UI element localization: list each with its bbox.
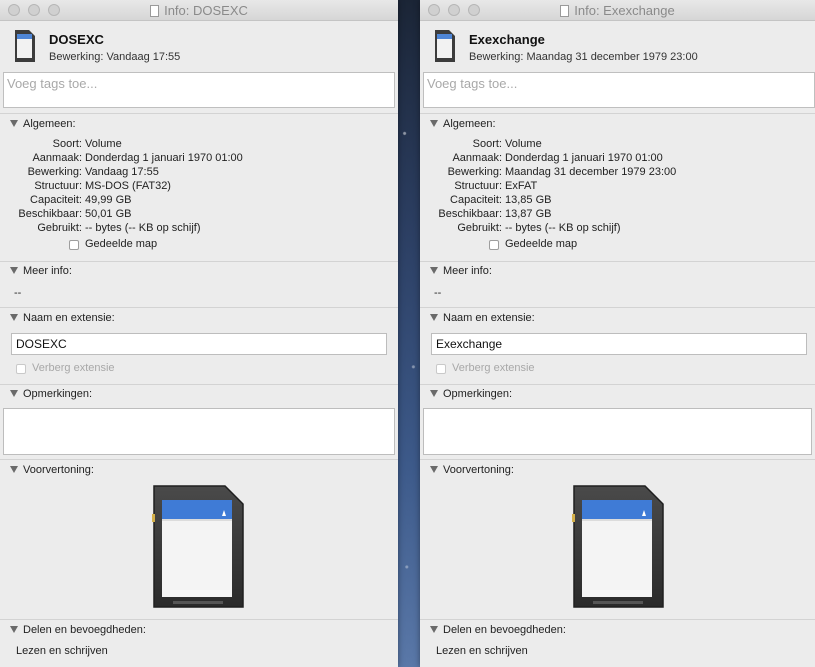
file-name: DOSEXC	[49, 32, 104, 47]
window-title: Info: Exexchange	[574, 3, 675, 18]
info-row: Bewerking: Maandag 31 december 1979 23:00	[447, 166, 677, 178]
disclosure-triangle-icon	[10, 314, 18, 321]
name-field[interactable]: DOSEXC	[11, 333, 387, 355]
disclosure-triangle-icon	[430, 120, 438, 127]
info-row: Structuur: MS-DOS (FAT32)	[34, 180, 171, 192]
divider	[420, 619, 815, 620]
info-window-exexchange: Info: Exexchange Exexchange Bewerking: M…	[420, 0, 815, 667]
section-comments-toggle[interactable]: Opmerkingen:	[430, 388, 512, 400]
sharing-value: Lezen en schrijven	[16, 645, 108, 657]
info-row: Capaciteit: 13,85 GB	[450, 194, 552, 206]
shared-folder-label: Gedeelde map	[85, 238, 158, 250]
file-name: Exexchange	[469, 32, 545, 47]
tags-input[interactable]: Voeg tags toe...	[423, 72, 815, 108]
info-row: Capaciteit: 49,99 GB	[30, 194, 132, 206]
name-field[interactable]: Exexchange	[431, 333, 807, 355]
title-bar[interactable]: Info: DOSEXC	[0, 0, 398, 21]
disclosure-triangle-icon	[430, 466, 438, 473]
section-label: Naam en extensie:	[23, 312, 115, 324]
shared-folder-label: Gedeelde map	[505, 238, 578, 250]
desktop-background	[398, 0, 420, 667]
divider	[420, 459, 815, 460]
disclosure-triangle-icon	[430, 314, 438, 321]
disclosure-triangle-icon	[430, 626, 438, 633]
section-label: Meer info:	[23, 265, 72, 277]
section-label: Voorvertoning:	[443, 464, 514, 476]
section-comments-toggle[interactable]: Opmerkingen:	[10, 388, 92, 400]
info-header: Exexchange Bewerking: Maandag 31 decembe…	[420, 21, 815, 71]
section-name-extension-toggle[interactable]: Naam en extensie:	[10, 312, 115, 324]
section-label: Meer info:	[443, 265, 492, 277]
sd-card-preview-icon	[572, 485, 664, 608]
divider	[0, 261, 398, 262]
info-row: Gebruikt: -- bytes (-- KB op schijf)	[37, 222, 201, 234]
section-preview-toggle[interactable]: Voorvertoning:	[10, 464, 94, 476]
comments-textarea[interactable]	[423, 408, 812, 455]
section-more-info-toggle[interactable]: Meer info:	[10, 265, 72, 277]
hide-extension-checkbox[interactable]	[436, 364, 446, 374]
section-sharing-toggle[interactable]: Delen en bevoegdheden:	[430, 624, 566, 636]
more-info-value: --	[434, 287, 442, 299]
disclosure-triangle-icon	[10, 390, 18, 397]
shared-folder-checkbox[interactable]	[69, 240, 79, 250]
more-info-value: --	[14, 287, 22, 299]
divider	[0, 459, 398, 460]
divider	[0, 384, 398, 385]
info-row: Structuur: ExFAT	[454, 180, 538, 192]
section-label: Algemeen:	[23, 118, 76, 130]
hide-extension-checkbox[interactable]	[16, 364, 26, 374]
disclosure-triangle-icon	[10, 466, 18, 473]
section-label: Delen en bevoegdheden:	[23, 624, 146, 636]
info-row: Gebruikt: -- bytes (-- KB op schijf)	[457, 222, 621, 234]
info-row: Beschikbaar: 50,01 GB	[18, 208, 132, 220]
info-row: Soort: Volume	[52, 138, 122, 150]
sd-card-preview-icon	[152, 485, 244, 608]
disclosure-triangle-icon	[10, 626, 18, 633]
divider	[420, 384, 815, 385]
tags-input[interactable]: Voeg tags toe...	[3, 72, 395, 108]
info-row: Bewerking: Vandaag 17:55	[27, 166, 159, 178]
info-window-dosexc: Info: DOSEXC DOSEXC Bewerking: Vandaag 1…	[0, 0, 398, 667]
info-header: DOSEXC Bewerking: Vandaag 17:55	[0, 21, 398, 71]
section-label: Opmerkingen:	[443, 388, 513, 400]
section-general-toggle[interactable]: Algemeen:	[10, 118, 76, 130]
section-label: Delen en bevoegdheden:	[443, 624, 566, 636]
modified-date: Bewerking: Vandaag 17:55	[49, 51, 181, 63]
disclosure-triangle-icon	[10, 120, 18, 127]
section-label: Voorvertoning:	[23, 464, 94, 476]
hide-extension-label: Verberg extensie	[32, 362, 115, 374]
sd-card-icon	[15, 30, 35, 62]
window-title: Info: DOSEXC	[164, 3, 248, 18]
section-general-toggle[interactable]: Algemeen:	[430, 118, 496, 130]
sd-card-icon	[435, 30, 455, 62]
hide-extension-label: Verberg extensie	[452, 362, 535, 374]
section-name-extension-toggle[interactable]: Naam en extensie:	[430, 312, 535, 324]
divider	[420, 113, 815, 114]
modified-date: Bewerking: Maandag 31 december 1979 23:0…	[469, 51, 698, 63]
section-label: Opmerkingen:	[23, 388, 93, 400]
section-label: Naam en extensie:	[443, 312, 535, 324]
divider	[420, 261, 815, 262]
document-icon	[560, 5, 570, 17]
disclosure-triangle-icon	[430, 267, 438, 274]
divider	[0, 619, 398, 620]
section-label: Algemeen:	[443, 118, 496, 130]
info-row: Aanmaak: Donderdag 1 januari 1970 01:00	[452, 152, 663, 164]
title-bar[interactable]: Info: Exexchange	[420, 0, 815, 21]
shared-folder-checkbox[interactable]	[489, 240, 499, 250]
section-sharing-toggle[interactable]: Delen en bevoegdheden:	[10, 624, 146, 636]
sharing-value: Lezen en schrijven	[436, 645, 528, 657]
info-row: Soort: Volume	[472, 138, 542, 150]
disclosure-triangle-icon	[430, 390, 438, 397]
section-preview-toggle[interactable]: Voorvertoning:	[430, 464, 514, 476]
info-row: Beschikbaar: 13,87 GB	[438, 208, 552, 220]
comments-textarea[interactable]	[3, 408, 395, 455]
document-icon	[150, 5, 160, 17]
info-row: Aanmaak: Donderdag 1 januari 1970 01:00	[32, 152, 243, 164]
divider	[420, 307, 815, 308]
divider	[0, 113, 398, 114]
disclosure-triangle-icon	[10, 267, 18, 274]
divider	[0, 307, 398, 308]
section-more-info-toggle[interactable]: Meer info:	[430, 265, 492, 277]
